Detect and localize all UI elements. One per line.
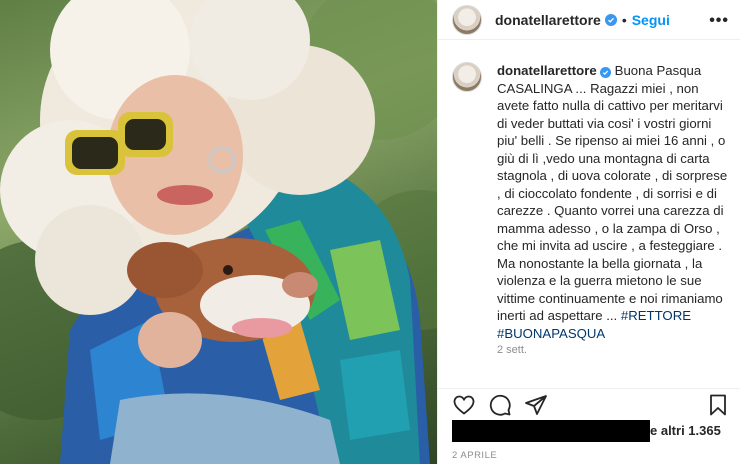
caption-username[interactable]: donatellarettore	[497, 63, 597, 78]
verified-badge-icon	[599, 67, 611, 78]
likes-row[interactable]: e altri 1.365	[452, 420, 737, 442]
separator-dot: •	[621, 11, 627, 28]
caption-avatar[interactable]	[452, 62, 482, 92]
photo-illustration	[0, 0, 437, 464]
avatar[interactable]	[452, 4, 482, 35]
redacted-box	[452, 420, 650, 442]
comment-timestamp: 2 sett.	[497, 344, 527, 356]
action-bar	[438, 388, 740, 418]
caption-body: Buona Pasqua CASALINGA ... Ragazzi miei …	[497, 63, 728, 323]
verified-badge-icon	[604, 13, 617, 26]
post-details-panel: donatellarettore • Segui ••• donatellare…	[437, 0, 740, 464]
post-photo[interactable]	[0, 0, 437, 464]
post-username[interactable]: donatellarettore	[495, 12, 601, 28]
follow-button[interactable]: Segui	[632, 12, 670, 28]
post-header: donatellarettore • Segui •••	[438, 0, 740, 40]
post-date: 2 APRILE	[452, 450, 498, 461]
paper-plane-icon[interactable]	[524, 393, 548, 417]
likes-count[interactable]: e altri 1.365	[650, 423, 721, 438]
caption-text: donatellarettore Buona Pasqua CASALINGA .…	[497, 62, 729, 342]
heart-icon[interactable]	[452, 393, 476, 417]
comment-icon[interactable]	[488, 393, 512, 417]
bookmark-icon[interactable]	[706, 393, 730, 417]
more-options-icon[interactable]: •••	[709, 12, 729, 30]
